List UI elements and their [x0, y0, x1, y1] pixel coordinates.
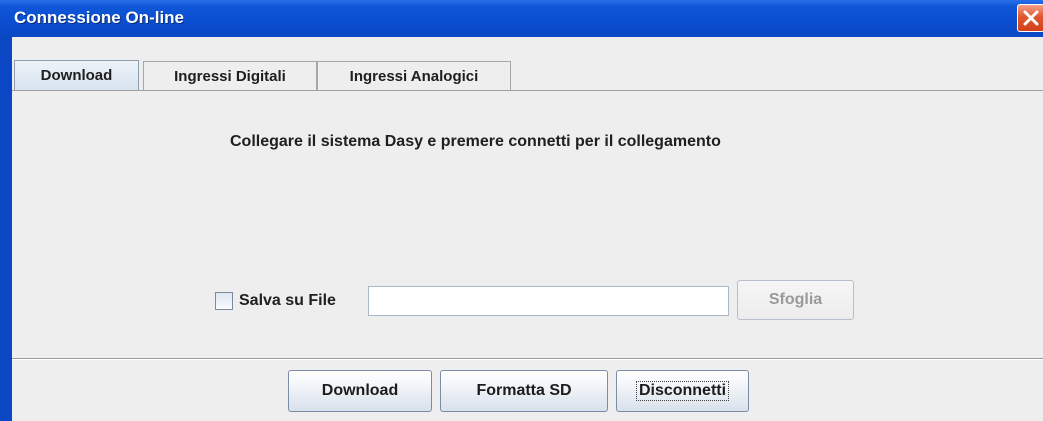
- format-sd-button-label: Formatta SD: [476, 382, 572, 399]
- footer-divider: [12, 358, 1043, 360]
- save-to-file-label: Salva su File: [239, 292, 336, 309]
- save-to-file-checkbox[interactable]: [215, 292, 233, 310]
- tab-ingressi-digitali-label: Ingressi Digitali: [174, 67, 286, 85]
- connection-window: Connessione On-line Download Ingressi Di…: [0, 0, 1043, 421]
- disconnect-button-label: Disconnetti: [635, 381, 730, 401]
- file-path-input[interactable]: [368, 286, 729, 316]
- tab-download-label: Download: [40, 67, 113, 84]
- tab-panel-border: [12, 90, 1043, 91]
- format-sd-button[interactable]: Formatta SD: [440, 370, 608, 412]
- close-button[interactable]: [1017, 4, 1043, 32]
- download-button-label: Download: [321, 382, 399, 399]
- window-title: Connessione On-line: [14, 8, 185, 27]
- tab-ingressi-analogici[interactable]: Ingressi Analogici: [317, 61, 511, 90]
- tab-strip: Download Ingressi Digitali Ingressi Anal…: [12, 37, 1043, 90]
- close-icon: [1023, 10, 1039, 26]
- download-button[interactable]: Download: [288, 370, 432, 412]
- tab-ingressi-digitali[interactable]: Ingressi Digitali: [143, 61, 317, 90]
- browse-button-label: Sfoglia: [768, 291, 823, 308]
- tab-download[interactable]: Download: [14, 60, 139, 90]
- tab-ingressi-analogici-label: Ingressi Analogici: [349, 67, 479, 85]
- instruction-message: Collegare il sistema Dasy e premere conn…: [230, 133, 721, 150]
- browse-button[interactable]: Sfoglia: [737, 280, 854, 320]
- save-to-file-option[interactable]: Salva su File: [215, 289, 336, 313]
- title-bar[interactable]: Connessione On-line: [0, 0, 1043, 37]
- disconnect-button[interactable]: Disconnetti: [616, 370, 749, 412]
- window-frame-left: [0, 37, 12, 421]
